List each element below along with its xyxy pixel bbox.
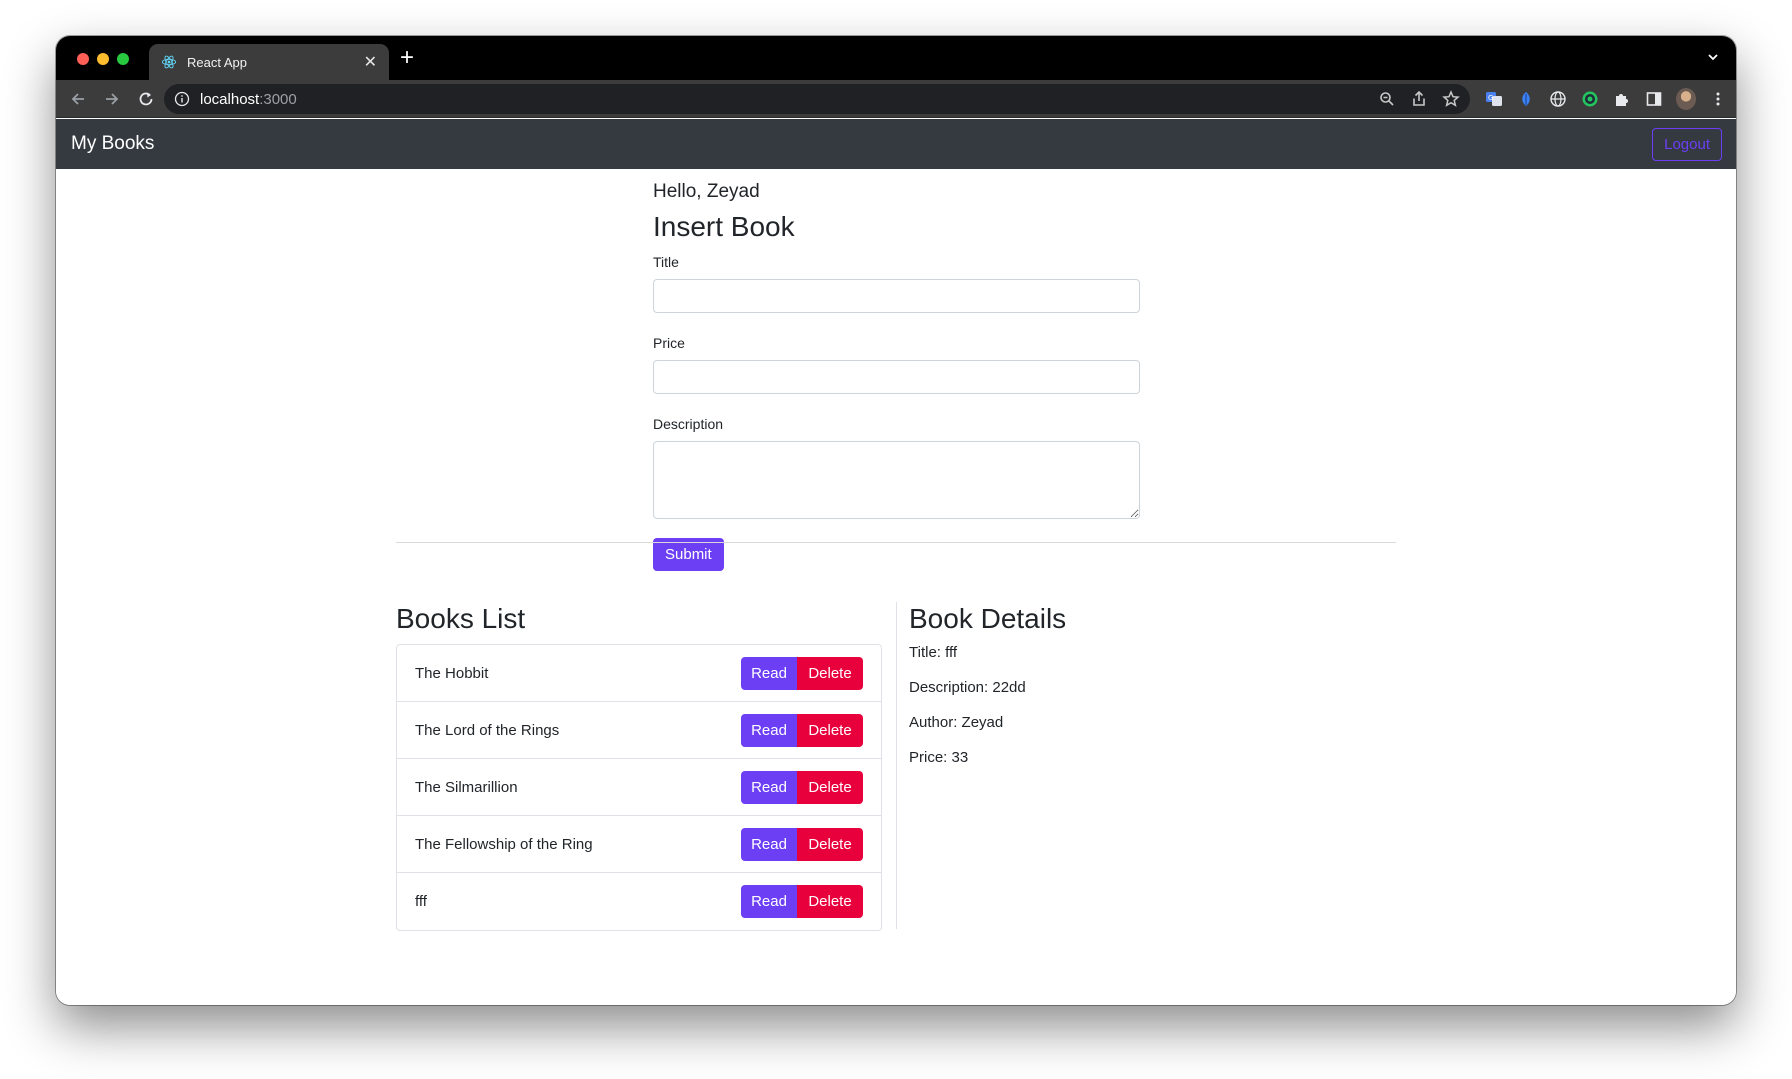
close-window-button[interactable] — [77, 53, 89, 65]
minimize-window-button[interactable] — [97, 53, 109, 65]
detail-author: Author: Zeyad — [909, 714, 1004, 731]
navbar-brand[interactable]: My Books — [71, 133, 154, 155]
price-input[interactable] — [653, 360, 1140, 394]
section-divider — [396, 542, 1396, 543]
description-label: Description — [653, 416, 724, 432]
url-text[interactable]: localhost:3000 — [200, 91, 297, 108]
list-item: The Hobbit Read Delete — [397, 645, 881, 702]
maximize-window-button[interactable] — [117, 53, 129, 65]
address-bar[interactable]: localhost:3000 — [164, 84, 1470, 114]
globe-icon — [1550, 91, 1566, 107]
globe-extension[interactable] — [1548, 89, 1568, 109]
book-details-heading: Book Details — [909, 603, 1067, 634]
logout-button[interactable]: Logout — [1652, 127, 1722, 161]
detail-price: Price: 33 — [909, 749, 969, 766]
book-title: fff — [415, 893, 427, 910]
translate-extension[interactable]: G — [1484, 89, 1504, 109]
read-button[interactable]: Read — [741, 713, 797, 747]
list-item: The Silmarillion Read Delete — [397, 759, 881, 816]
list-item: The Fellowship of the Ring Read Delete — [397, 816, 881, 873]
title-label: Title — [653, 254, 679, 270]
book-actions: Read Delete — [741, 713, 863, 747]
delete-button[interactable]: Delete — [797, 827, 863, 861]
delete-button[interactable]: Delete — [797, 713, 863, 747]
kebab-menu-icon — [1716, 92, 1720, 106]
target-icon — [1582, 91, 1598, 107]
column-separator — [896, 602, 897, 929]
browser-menu-button[interactable] — [1708, 89, 1728, 109]
tab-title: React App — [187, 54, 247, 70]
greeting-text: Hello, Zeyad — [653, 181, 760, 202]
profile-button[interactable] — [1676, 88, 1696, 110]
book-actions: Read Delete — [741, 885, 863, 918]
info-icon[interactable] — [174, 91, 190, 107]
read-button[interactable]: Read — [741, 770, 797, 804]
insert-book-heading: Insert Book — [653, 211, 795, 242]
leaf-icon — [1522, 92, 1530, 106]
delete-button[interactable]: Delete — [797, 656, 863, 690]
reload-button[interactable] — [130, 83, 162, 115]
books-list-section: Books List The Hobbit Read Delete The Lo… — [396, 602, 882, 931]
app-navbar: My Books Logout — [56, 119, 1736, 169]
tab-strip: React App ✕ + — [56, 36, 1736, 80]
translate-icon: G — [1486, 92, 1502, 106]
delete-button[interactable]: Delete — [797, 885, 863, 918]
read-button[interactable]: Read — [741, 885, 797, 918]
book-actions: Read Delete — [741, 656, 863, 690]
avatar — [1676, 88, 1696, 110]
side-panel-button[interactable] — [1644, 89, 1664, 109]
sidebar-icon — [1646, 92, 1662, 106]
book-actions: Read Delete — [741, 827, 863, 861]
share-icon[interactable] — [1410, 90, 1428, 108]
new-tab-button[interactable]: + — [400, 46, 414, 70]
target-extension[interactable] — [1580, 89, 1600, 109]
book-actions: Read Delete — [741, 770, 863, 804]
reload-icon — [139, 92, 153, 105]
tab-react-app[interactable]: React App ✕ — [149, 44, 389, 80]
url-host: localhost — [200, 90, 260, 108]
forward-button[interactable] — [96, 83, 128, 115]
book-title: The Silmarillion — [415, 778, 518, 796]
delete-button[interactable]: Delete — [797, 770, 863, 804]
svg-text:G: G — [1488, 94, 1493, 102]
list-item: The Lord of the Rings Read Delete — [397, 702, 881, 759]
book-title: The Lord of the Rings — [415, 721, 560, 739]
read-button[interactable]: Read — [741, 827, 797, 861]
list-item: fff Read Delete — [397, 873, 881, 930]
tab-search-chevron-icon[interactable] — [1706, 50, 1720, 64]
address-bar-actions — [1378, 90, 1460, 108]
react-logo-icon — [161, 55, 177, 69]
books-list-heading: Books List — [396, 603, 526, 634]
page-viewport: My Books Logout Hello, Zeyad Insert Book… — [56, 119, 1736, 1005]
close-icon[interactable]: ✕ — [364, 52, 377, 72]
price-label: Price — [653, 335, 685, 351]
back-button[interactable] — [62, 83, 94, 115]
bookmark-star-icon[interactable] — [1442, 90, 1460, 108]
url-port: :3000 — [259, 90, 297, 108]
extension-icons: G — [1484, 84, 1728, 114]
book-title: The Hobbit — [415, 664, 489, 682]
insert-book-form: Hello, Zeyad Insert Book Title Price Des… — [653, 181, 1140, 571]
browser-toolbar: localhost:3000 G — [56, 80, 1736, 118]
title-input[interactable] — [653, 279, 1140, 313]
detail-description: Description: 22dd — [909, 679, 1026, 696]
extensions-button[interactable] — [1612, 89, 1632, 109]
back-arrow-icon — [71, 92, 84, 105]
books-list: The Hobbit Read Delete The Lord of the R… — [396, 644, 882, 931]
leaf-extension[interactable] — [1516, 89, 1536, 109]
forward-arrow-icon — [106, 92, 119, 105]
read-button[interactable]: Read — [741, 656, 797, 690]
book-details-section: Book Details Title: fff Description: 22d… — [909, 602, 1389, 784]
book-title: The Fellowship of the Ring — [415, 835, 593, 853]
browser-window: React App ✕ + localhost:3000 G My Books … — [56, 36, 1736, 1005]
zoom-icon[interactable] — [1378, 90, 1396, 108]
detail-title: Title: fff — [909, 644, 958, 661]
description-textarea[interactable] — [653, 441, 1140, 519]
puzzle-icon — [1616, 94, 1628, 106]
